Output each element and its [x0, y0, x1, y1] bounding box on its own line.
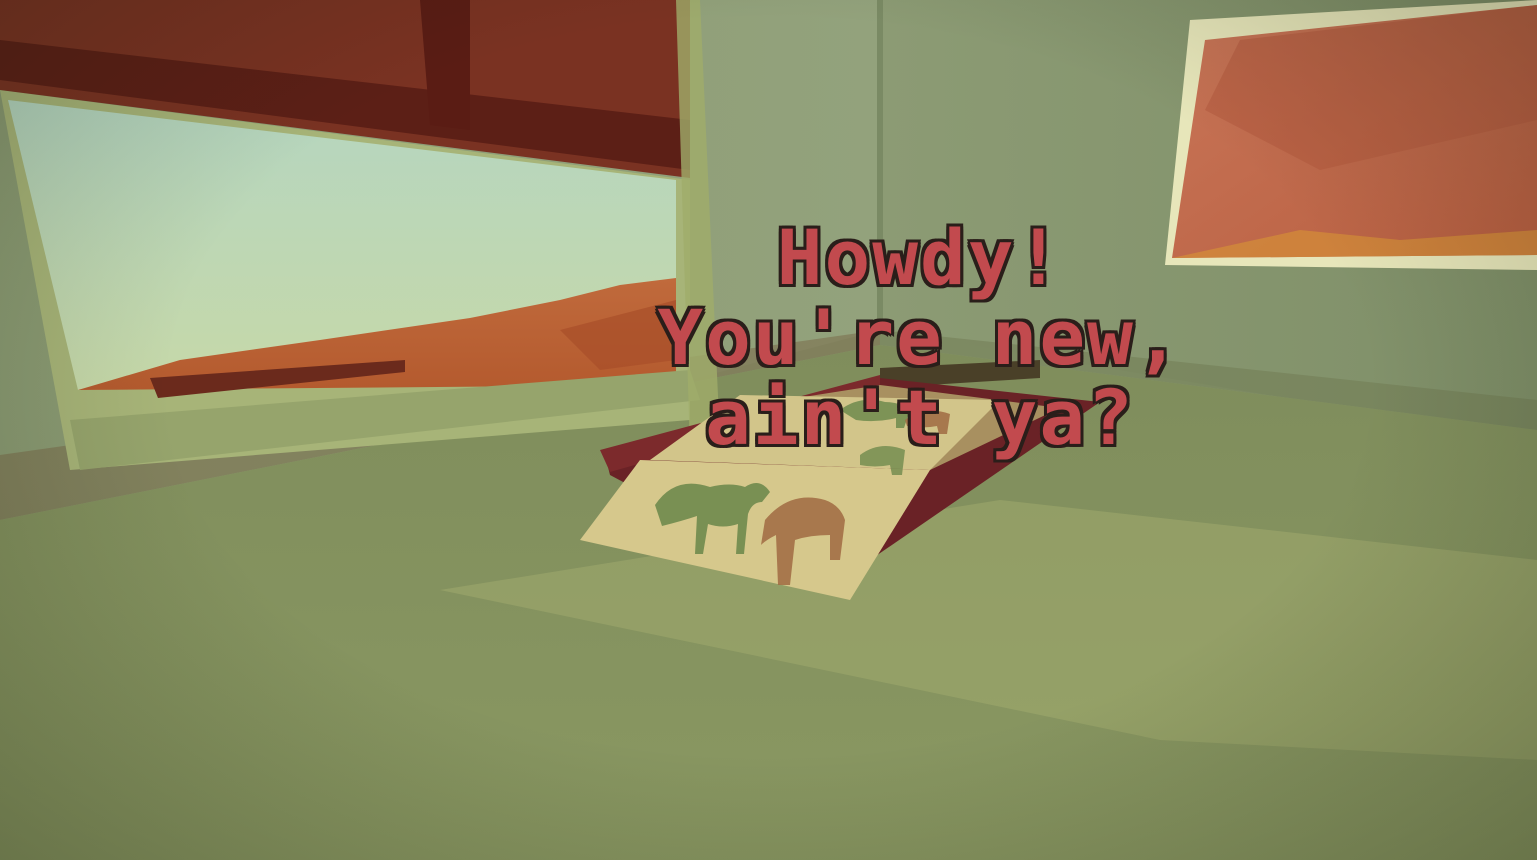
dialog-line-3: ain't ya? — [705, 373, 1135, 462]
dialog-text: Howdy! You're new, ain't ya? — [600, 218, 1240, 458]
game-scene[interactable]: Howdy! You're new, ain't ya? — [0, 0, 1537, 860]
dialog-line-1: Howdy! — [776, 213, 1064, 302]
dialog-line-2: You're new, — [657, 293, 1183, 382]
